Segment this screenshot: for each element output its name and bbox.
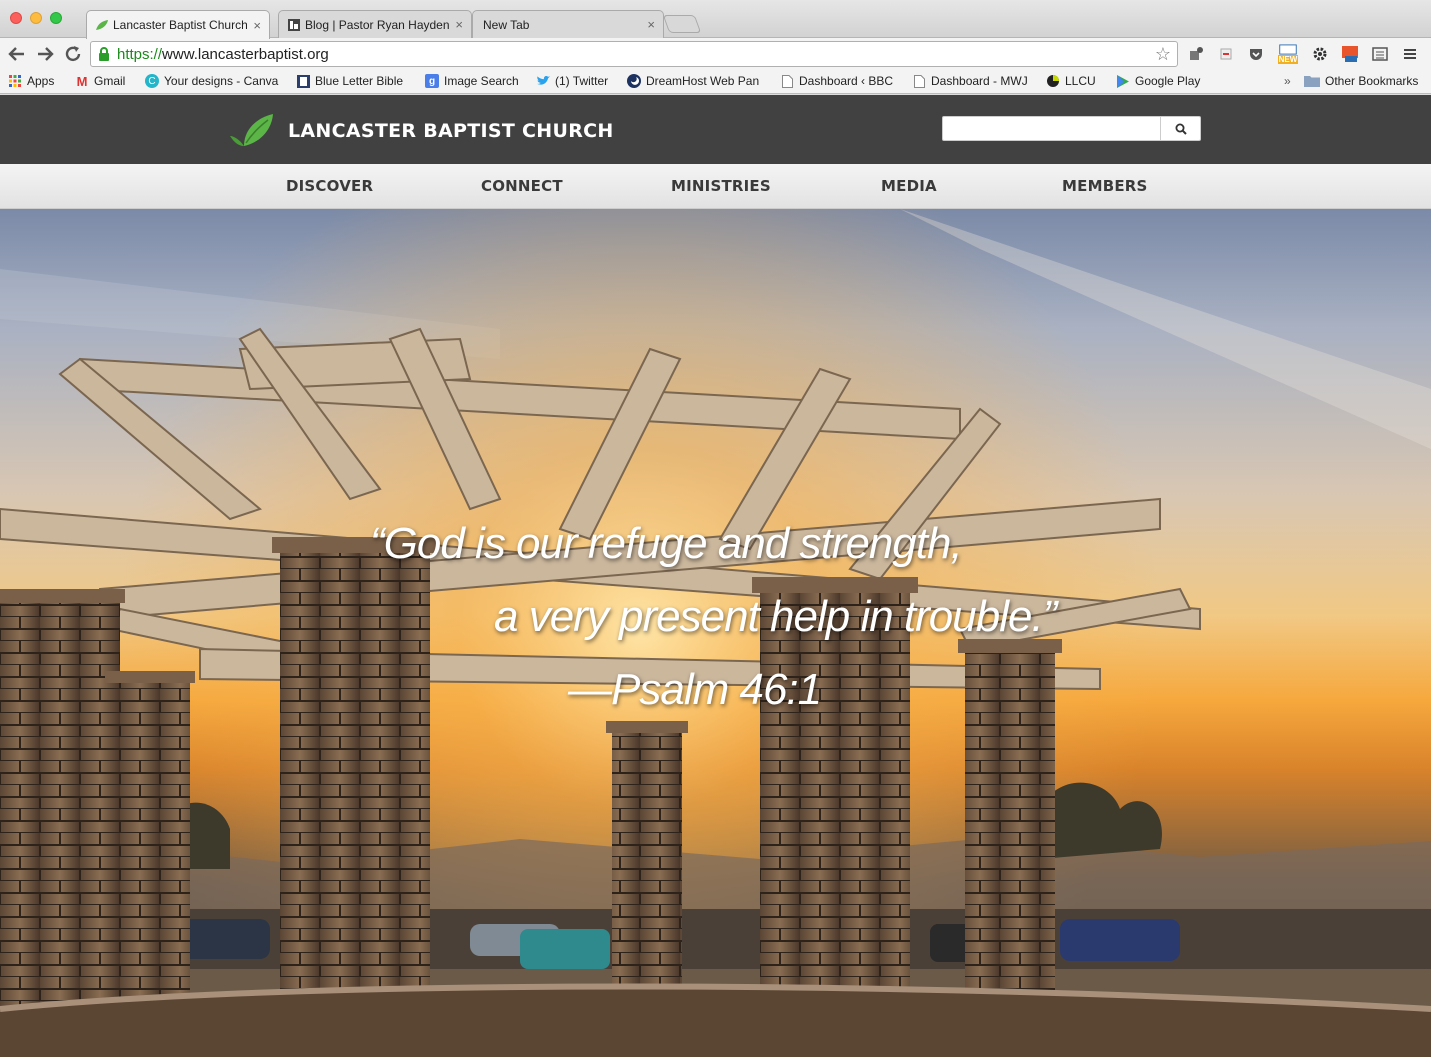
bookmark-label: LLCU bbox=[1065, 74, 1096, 88]
folder-icon bbox=[1304, 74, 1320, 88]
bookmarks-overflow-button[interactable]: » bbox=[1284, 74, 1291, 88]
forward-button[interactable] bbox=[34, 43, 56, 65]
twitter-icon bbox=[536, 74, 550, 88]
pocket-icon[interactable] bbox=[1246, 44, 1266, 64]
new-badge-label: NEW bbox=[1277, 55, 1299, 64]
google-play-icon bbox=[1116, 74, 1130, 88]
forward-arrow-icon bbox=[38, 47, 54, 61]
apps-grid-icon bbox=[8, 74, 22, 88]
bookmark-gmail[interactable]: M Gmail bbox=[75, 73, 126, 89]
hero-banner: “God is our refuge and strength, a very … bbox=[0, 209, 1431, 1057]
reload-icon bbox=[65, 46, 81, 62]
tab-title: Lancaster Baptist Church | L bbox=[113, 18, 248, 32]
hero-quote-line-1: “God is our refuge and strength, bbox=[370, 519, 963, 568]
bookmark-label: Other Bookmarks bbox=[1325, 74, 1419, 88]
bookmark-apps[interactable]: Apps bbox=[8, 74, 54, 88]
new-tab-button[interactable] bbox=[662, 15, 702, 33]
bookmark-label: Blue Letter Bible bbox=[315, 74, 404, 88]
bookmark-llcu[interactable]: LLCU bbox=[1046, 74, 1096, 88]
menu-hamburger-icon[interactable] bbox=[1400, 44, 1420, 64]
back-button[interactable] bbox=[6, 43, 28, 65]
tab-lancaster-baptist[interactable]: Lancaster Baptist Church | L × bbox=[86, 10, 270, 39]
puzzle-extension-icon[interactable] bbox=[1186, 44, 1206, 64]
hero-quote-line-2: a very present help in trouble.” bbox=[494, 592, 1057, 641]
site-search bbox=[942, 116, 1201, 141]
leaf-favicon-icon bbox=[95, 18, 109, 32]
bookmark-other-bookmarks[interactable]: Other Bookmarks bbox=[1304, 74, 1418, 88]
search-icon bbox=[1175, 123, 1187, 135]
url-scheme: https:// bbox=[117, 45, 163, 63]
new-badge-extension-icon[interactable]: NEW bbox=[1276, 44, 1300, 64]
window-close-button[interactable] bbox=[10, 12, 22, 24]
dreamhost-icon bbox=[627, 74, 641, 88]
browser-toolbar: https://www.lancasterbaptist.org ☆ NEW bbox=[0, 38, 1431, 70]
bookmark-label: DreamHost Web Pan bbox=[646, 74, 760, 88]
nav-connect[interactable]: CONNECT bbox=[481, 177, 563, 195]
main-nav: DISCOVER CONNECT MINISTRIES MEDIA MEMBER… bbox=[0, 164, 1431, 209]
lock-icon bbox=[99, 47, 109, 61]
bookmark-twitter[interactable]: (1) Twitter bbox=[536, 74, 608, 88]
window-zoom-button[interactable] bbox=[50, 12, 62, 24]
gmail-icon: M bbox=[76, 73, 88, 89]
blog-favicon-icon bbox=[287, 18, 301, 32]
nav-media[interactable]: MEDIA bbox=[881, 177, 937, 195]
address-bar[interactable]: https://www.lancasterbaptist.org ☆ bbox=[90, 41, 1178, 67]
bookmark-blue-letter-bible[interactable]: Blue Letter Bible bbox=[296, 74, 403, 88]
nav-members[interactable]: MEMBERS bbox=[1062, 177, 1148, 195]
tab-close-icon[interactable]: × bbox=[647, 17, 655, 32]
bookmark-image-search[interactable]: g Image Search bbox=[425, 74, 519, 88]
hero-quote-reference: —Psalm 46:1 bbox=[568, 665, 822, 714]
bookmark-label: Google Play bbox=[1135, 74, 1201, 88]
nav-discover[interactable]: DISCOVER bbox=[286, 177, 373, 195]
bookmark-label: Your designs - Canva bbox=[164, 74, 279, 88]
bookmark-label: (1) Twitter bbox=[555, 74, 609, 88]
tab-blog[interactable]: Blog | Pastor Ryan Hayden × bbox=[278, 10, 472, 38]
bookmark-star-icon[interactable]: ☆ bbox=[1155, 44, 1171, 65]
bookmark-google-play[interactable]: Google Play bbox=[1116, 74, 1200, 88]
site-search-button[interactable] bbox=[1160, 117, 1200, 140]
gear-icon[interactable] bbox=[1310, 44, 1330, 64]
grid-extension-icon[interactable] bbox=[1370, 44, 1390, 64]
tab-close-icon[interactable]: × bbox=[253, 18, 261, 33]
bookmark-label: Apps bbox=[27, 74, 55, 88]
site-title[interactable]: LANCASTER BAPTIST CHURCH bbox=[288, 120, 614, 142]
bookmark-dreamhost[interactable]: DreamHost Web Pan bbox=[627, 74, 759, 88]
bible-icon bbox=[296, 74, 310, 88]
bookmark-label: Dashboard ‹ BBC bbox=[799, 74, 894, 88]
bookmark-dashboard-bbc[interactable]: Dashboard ‹ BBC bbox=[780, 74, 893, 88]
reload-button[interactable] bbox=[62, 43, 84, 65]
google-icon: g bbox=[425, 74, 439, 88]
translate-extension-icon[interactable] bbox=[1340, 44, 1360, 64]
page-icon bbox=[780, 74, 794, 88]
url-host: www.lancasterbaptist.org bbox=[162, 45, 329, 63]
canva-icon: C bbox=[145, 74, 159, 88]
evernote-clipper-icon[interactable] bbox=[1216, 44, 1236, 64]
site-header: LANCASTER BAPTIST CHURCH bbox=[0, 95, 1431, 164]
tab-close-icon[interactable]: × bbox=[455, 17, 463, 32]
site-search-input[interactable] bbox=[943, 117, 1161, 140]
tab-title: Blog | Pastor Ryan Hayden bbox=[305, 17, 450, 32]
back-arrow-icon bbox=[8, 47, 24, 61]
llcu-icon bbox=[1046, 74, 1060, 88]
bookmark-canva[interactable]: C Your designs - Canva bbox=[145, 74, 278, 88]
window-minimize-button[interactable] bbox=[30, 12, 42, 24]
nav-ministries[interactable]: MINISTRIES bbox=[671, 177, 771, 195]
tab-title: New Tab bbox=[483, 17, 530, 32]
bookmark-label: Gmail bbox=[94, 74, 126, 88]
bookmarks-bar: Apps M Gmail C Your designs - Canva Blue… bbox=[0, 70, 1431, 94]
bookmark-label: Image Search bbox=[444, 74, 519, 88]
bookmark-dashboard-mwj[interactable]: Dashboard - MWJ bbox=[912, 74, 1028, 88]
window-controls bbox=[10, 12, 62, 24]
tab-strip: Lancaster Baptist Church | L × Blog | Pa… bbox=[0, 0, 1431, 39]
extension-icons: NEW bbox=[1186, 44, 1420, 64]
bookmark-label: Dashboard - MWJ bbox=[931, 74, 1028, 88]
page-icon bbox=[912, 74, 926, 88]
tab-new-tab[interactable]: New Tab × bbox=[472, 10, 664, 38]
url-text: https://www.lancasterbaptist.org bbox=[117, 46, 329, 63]
leaf-logo-icon[interactable] bbox=[230, 112, 274, 148]
